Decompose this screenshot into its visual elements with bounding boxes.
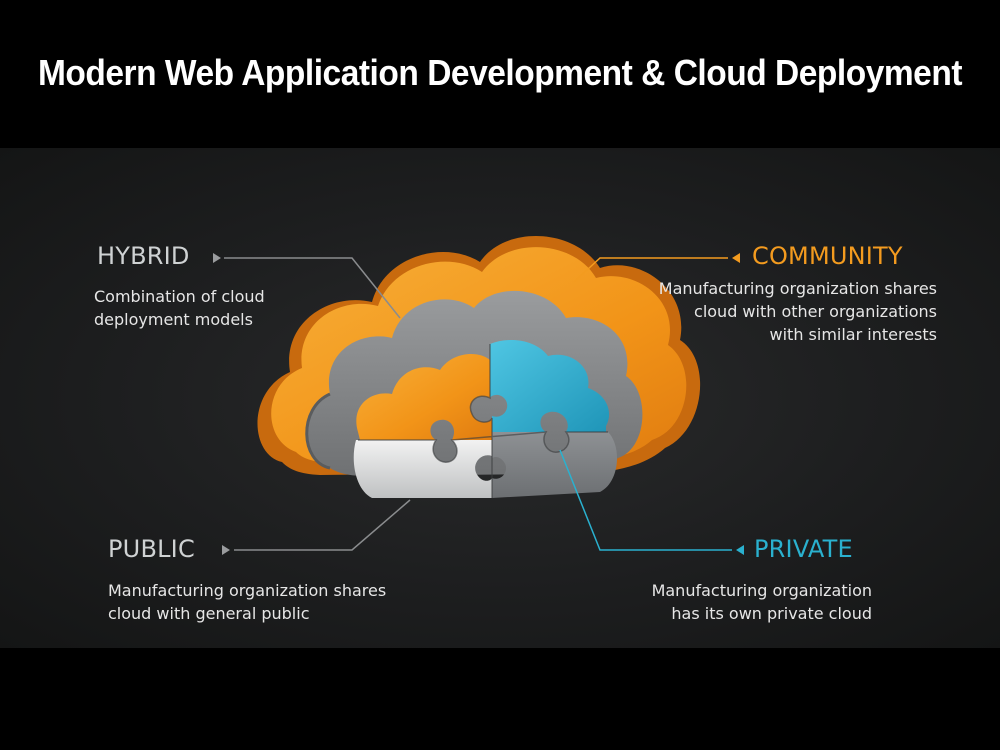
- community-description: Manufacturing organization shares cloud …: [585, 277, 937, 346]
- cloud-diagram: [213, 236, 744, 555]
- hybrid-description-line: deployment models: [94, 310, 253, 329]
- public-connector: [222, 499, 411, 555]
- hybrid-description: Combination of cloud deployment models: [94, 285, 265, 331]
- hybrid-description-line: Combination of cloud: [94, 287, 265, 306]
- private-heading: PRIVATE: [754, 535, 853, 563]
- private-description-line: Manufacturing organization: [651, 581, 872, 600]
- community-description-line: with similar interests: [769, 325, 937, 344]
- community-description-line: cloud with other organizations: [694, 302, 937, 321]
- community-heading: COMMUNITY: [752, 242, 903, 270]
- private-description-line: has its own private cloud: [671, 604, 872, 623]
- private-description: Manufacturing organization has its own p…: [600, 579, 872, 625]
- public-description: Manufacturing organization shares cloud …: [108, 579, 386, 625]
- white-puzzle-piece: [353, 440, 492, 498]
- community-description-line: Manufacturing organization shares: [658, 279, 937, 298]
- public-description-line: cloud with general public: [108, 604, 310, 623]
- public-description-line: Manufacturing organization shares: [108, 581, 387, 600]
- public-heading: PUBLIC: [108, 535, 195, 563]
- hybrid-heading: HYBRID: [97, 242, 190, 270]
